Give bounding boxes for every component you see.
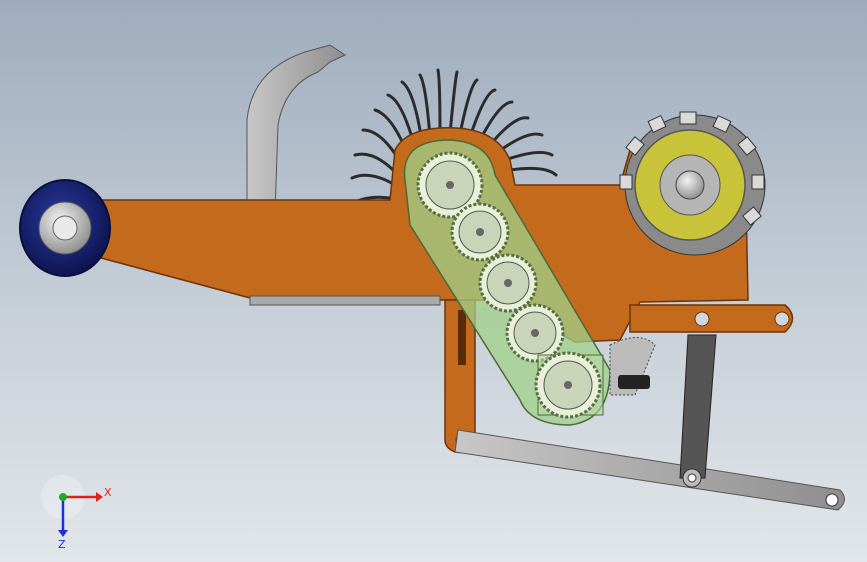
frame-bottom-plate	[249, 295, 441, 306]
right-arm-hole-1	[694, 311, 710, 327]
frame-right-arm	[629, 304, 794, 333]
z-axis-label: Z	[58, 538, 66, 551]
gear-3	[478, 253, 538, 313]
cad-viewport[interactable]: X Z	[0, 0, 867, 562]
coordinate-triad: X Z	[41, 475, 112, 551]
support-slot	[458, 310, 466, 365]
front-wheel	[19, 179, 111, 277]
gear-4	[505, 303, 565, 363]
lower-link-bar	[454, 429, 845, 511]
y-axis-dot	[59, 493, 67, 501]
gear-5	[534, 351, 604, 419]
vertical-link-pin	[687, 473, 697, 483]
vertical-link	[679, 334, 717, 479]
shaft-stub	[618, 375, 650, 389]
gear-2	[450, 202, 510, 262]
mechanism-drawing: X Z	[19, 44, 845, 551]
right-arm-hole-2	[774, 311, 790, 327]
x-axis-label: X	[104, 486, 112, 499]
link-end-hole	[825, 493, 839, 507]
curved-tine	[246, 44, 347, 216]
